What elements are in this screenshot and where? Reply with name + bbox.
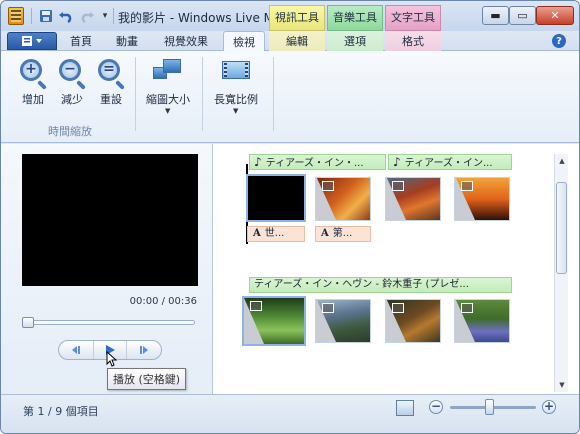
ribbon-panel: + 增加 − 減少 = 重設 時間縮放 縮圖大小 ▼ 長寬比例 ▼: [1, 51, 579, 143]
video-preview[interactable]: [22, 154, 198, 286]
zoom-reset-icon: =: [98, 59, 120, 81]
group-label-time-zoom: 時間縮放: [48, 125, 92, 138]
clip-thumbnail[interactable]: [385, 176, 441, 221]
app-window: ▾ 我的影片 - Windows Live Mo... 視訊工具 音樂工具 文字…: [0, 0, 580, 434]
scroll-down-icon[interactable]: ▼: [555, 378, 569, 392]
tab-view[interactable]: 檢視: [223, 31, 265, 52]
context-music-tools: 音樂工具: [327, 5, 383, 31]
music-track-title: ティアーズ・イン・ヘヴン - 鈴木重子 (プレゼ...: [254, 279, 469, 290]
thumbnail-size-icon: [153, 59, 183, 81]
clip-thumbnail[interactable]: [315, 298, 371, 343]
group-separator: [273, 57, 274, 131]
caption-track[interactable]: A 第...: [315, 226, 371, 242]
clip-thumbnail[interactable]: [385, 298, 441, 343]
zoom-reset-label: 重設: [100, 93, 122, 106]
menu-icon: [22, 36, 42, 46]
clip-thumbnail[interactable]: [246, 174, 306, 222]
context-video-tools: 視訊工具: [269, 5, 325, 31]
thumbnail-size-label: 縮圖大小: [146, 93, 190, 106]
caption-text: 第...: [332, 228, 353, 239]
context-text-tools: 文字工具: [385, 5, 441, 31]
playback-time: 00:00 / 00:36: [129, 296, 197, 307]
clip-thumbnail[interactable]: [315, 176, 371, 221]
music-track-title: ティアーズ・イン・...: [265, 158, 364, 169]
tab-edit[interactable]: 編輯: [269, 31, 325, 51]
zoom-out-icon[interactable]: −: [429, 400, 443, 414]
thumbnail-size-button[interactable]: 縮圖大小 ▼: [146, 57, 190, 115]
qat-customize-button[interactable]: ▾: [96, 7, 114, 25]
redo-icon[interactable]: [78, 7, 96, 25]
storyboard-view-icon[interactable]: [396, 400, 414, 416]
next-frame-button[interactable]: [127, 341, 161, 359]
transition-icon: [461, 303, 473, 313]
transition-icon: [461, 181, 473, 191]
previous-frame-button[interactable]: [59, 341, 93, 359]
movie-maker-icon[interactable]: [8, 7, 24, 25]
qat-separator: [31, 8, 32, 24]
zoom-in-icon[interactable]: +: [542, 400, 556, 414]
music-track[interactable]: ♪ ティアーズ・イン...: [388, 154, 512, 170]
aspect-ratio-button[interactable]: 長寬比例 ▼: [214, 57, 258, 115]
music-note-icon: ♪: [393, 155, 401, 169]
ribbon-tab-row: 首頁 動畫 視覺效果 檢視 編輯 選項 格式 ?: [1, 31, 579, 52]
music-note-icon: ♪: [254, 155, 262, 169]
undo-icon[interactable]: [57, 7, 75, 25]
save-icon[interactable]: [37, 7, 55, 25]
chevron-down-icon: ▼: [233, 107, 239, 115]
window-title: 我的影片 - Windows Live Mo...: [118, 11, 293, 25]
group-separator: [202, 57, 203, 131]
transition-icon: [322, 181, 334, 191]
zoom-out-icon: −: [59, 59, 81, 81]
storyboard-scrollbar[interactable]: ▲ ▼: [554, 154, 568, 392]
mouse-cursor-icon: [106, 351, 118, 367]
clip-thumbnail[interactable]: [454, 298, 510, 343]
storyboard: ♪ ティアーズ・イン・... ♪ ティアーズ・イン... A 世... A 第...: [214, 144, 579, 394]
file-menu-button[interactable]: [7, 32, 57, 50]
text-icon: A: [253, 228, 261, 239]
item-count: 第 1 / 9 個項目: [23, 405, 99, 418]
caption-text: 世...: [264, 228, 285, 239]
seek-thumb[interactable]: [22, 317, 34, 328]
tab-home[interactable]: 首頁: [59, 31, 103, 51]
previous-frame-icon: [72, 346, 80, 354]
zoom-reset-button[interactable]: = 重設: [93, 57, 129, 106]
zoom-in-icon: +: [20, 59, 42, 81]
scrollbar-thumb[interactable]: [556, 182, 567, 274]
tab-animations[interactable]: 動畫: [105, 31, 149, 51]
aspect-ratio-icon: [222, 61, 250, 79]
main-content: 00:00 / 00:36 播放 (空格鍵) ♪ ティアーズ・イン・... ♪ …: [1, 144, 579, 394]
text-icon: A: [321, 228, 329, 239]
clip-thumbnail[interactable]: [454, 176, 510, 221]
next-frame-icon: [140, 346, 148, 354]
maximize-button[interactable]: ▭: [509, 6, 536, 25]
close-button[interactable]: ✕: [536, 6, 574, 25]
aspect-ratio-label: 長寬比例: [214, 93, 258, 106]
music-track-title: ティアーズ・イン...: [404, 158, 493, 169]
chevron-down-icon: ▼: [165, 107, 171, 115]
status-bar: 第 1 / 9 個項目 − +: [1, 394, 579, 433]
scroll-up-icon[interactable]: ▲: [555, 154, 569, 168]
seek-slider[interactable]: [22, 317, 195, 328]
transition-icon: [392, 303, 404, 313]
tab-visual-effects[interactable]: 視覺效果: [153, 31, 219, 51]
minimize-button[interactable]: ▬: [482, 6, 509, 25]
preview-pane: 00:00 / 00:36 播放 (空格鍵): [1, 144, 213, 394]
music-track[interactable]: ティアーズ・イン・ヘヴン - 鈴木重子 (プレゼ...: [249, 277, 512, 293]
music-track[interactable]: ♪ ティアーズ・イン・...: [249, 154, 386, 170]
play-tooltip: 播放 (空格鍵): [107, 368, 187, 390]
group-separator: [135, 57, 136, 131]
zoom-slider-thumb[interactable]: [485, 399, 494, 415]
tab-options[interactable]: 選項: [327, 31, 383, 51]
qat-separator: [113, 8, 114, 24]
help-icon[interactable]: ?: [552, 34, 566, 48]
caption-track[interactable]: A 世...: [247, 226, 305, 242]
title-bar: ▾ 我的影片 - Windows Live Mo... 視訊工具 音樂工具 文字…: [1, 1, 579, 31]
zoom-in-button[interactable]: + 增加: [15, 57, 51, 106]
transition-icon: [322, 303, 334, 313]
tab-format[interactable]: 格式: [385, 31, 441, 51]
transition-icon: [250, 301, 262, 311]
clip-thumbnail[interactable]: [242, 296, 306, 346]
transition-icon: [392, 181, 404, 191]
zoom-out-button[interactable]: − 減少: [54, 57, 90, 106]
